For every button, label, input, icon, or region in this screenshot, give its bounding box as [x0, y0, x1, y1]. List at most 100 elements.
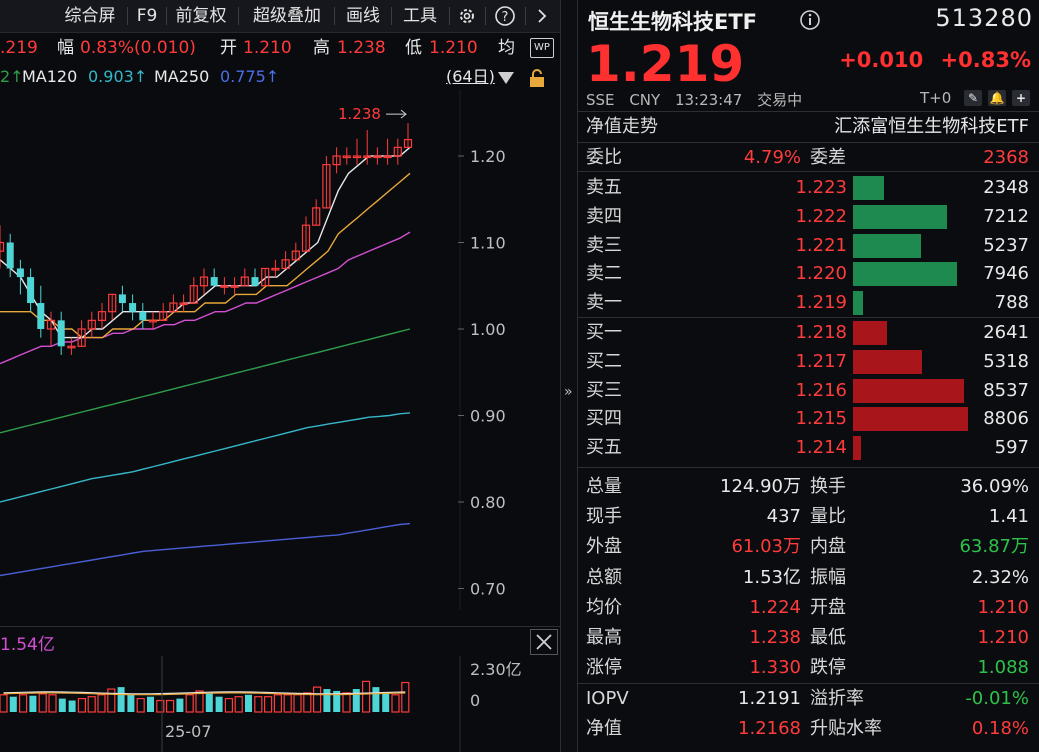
- bid-volume-bar: [853, 350, 922, 374]
- ma250-line: [0, 524, 410, 576]
- ask-quantity: 2348: [983, 174, 1029, 202]
- volume-bar: [157, 701, 164, 712]
- period-dropdown-icon[interactable]: [498, 72, 514, 84]
- period-selector[interactable]: (64日): [446, 64, 495, 90]
- volume-bar: [98, 695, 105, 712]
- bid-row[interactable]: 买一1.2182641: [578, 319, 1039, 347]
- stats-row: 涨停1.330跌停1.088: [578, 654, 1039, 682]
- volume-bar: [167, 701, 174, 712]
- nav-trend-row[interactable]: 净值走势 汇添富恒生生物科技ETF: [578, 113, 1039, 141]
- candle: [78, 320, 85, 346]
- ask-row[interactable]: 卖五1.2232348: [578, 174, 1039, 202]
- chevron-right-icon[interactable]: [528, 0, 556, 32]
- toolbar-composite-screen[interactable]: 综合屏: [55, 0, 125, 32]
- candle: [241, 268, 248, 285]
- volume-bar: [29, 696, 36, 712]
- y-tick-label: 1.10: [470, 234, 506, 253]
- bid-level-label: 买五: [586, 434, 622, 462]
- volume-bar: [402, 683, 409, 712]
- bid-price: 1.216: [795, 377, 847, 405]
- stat-value: 1.238: [749, 624, 801, 652]
- wp-icon[interactable]: WP: [530, 38, 554, 58]
- stat-value: 36.09%: [960, 473, 1029, 501]
- ask-row[interactable]: 卖二1.2207946: [578, 260, 1039, 288]
- candle: [190, 277, 197, 303]
- double-chevron-right-icon[interactable]: »: [564, 384, 573, 400]
- volume-top-tick: 2.30亿: [470, 660, 522, 679]
- ask-level-label: 卖三: [586, 232, 622, 260]
- stat-label: 振幅: [810, 564, 846, 592]
- candle: [139, 303, 146, 329]
- pencil-icon[interactable]: ✎: [964, 90, 982, 106]
- volume-bar: [343, 693, 350, 712]
- toolbar-f9[interactable]: F9: [130, 0, 164, 32]
- volume-bar: [127, 695, 134, 712]
- bid-level-label: 买一: [586, 319, 622, 347]
- ask-quantity: 788: [995, 289, 1029, 317]
- stats-row: 均价1.224开盘1.210: [578, 594, 1039, 622]
- fund-company: 汇添富恒生生物科技ETF: [834, 113, 1029, 141]
- volume-bar: [118, 687, 125, 712]
- bid-volume-bar: [853, 407, 968, 431]
- stats-row: 最高1.238最低1.210: [578, 624, 1039, 652]
- candlestick-chart[interactable]: 1.201.101.000.900.800.701.238: [0, 90, 560, 610]
- bid-row[interactable]: 买三1.2168537: [578, 377, 1039, 405]
- close-icon[interactable]: [530, 629, 558, 655]
- nav-trend-label[interactable]: 净值走势: [586, 113, 658, 141]
- ask-price: 1.219: [795, 289, 847, 317]
- help-icon[interactable]: ?: [490, 0, 520, 32]
- candle: [374, 147, 381, 164]
- ask-row[interactable]: 卖三1.2215237: [578, 232, 1039, 260]
- ask-row[interactable]: 卖一1.219788: [578, 289, 1039, 317]
- candle: [272, 260, 279, 277]
- bid-row[interactable]: 买五1.214597: [578, 434, 1039, 462]
- ask-quantity: 5237: [983, 232, 1029, 260]
- stats-row: 总量124.90万换手36.09%: [578, 473, 1039, 501]
- volume-bar: [353, 689, 360, 712]
- candle: [37, 286, 44, 338]
- volume-label: 1.54亿: [0, 630, 55, 655]
- ma120-line: [0, 413, 410, 502]
- bid-price: 1.218: [795, 319, 847, 347]
- y-tick-label: 0.90: [470, 407, 506, 426]
- candle: [180, 294, 187, 311]
- toolbar-tools[interactable]: 工具: [394, 0, 446, 32]
- toolbar-super-overlay[interactable]: 超级叠加: [242, 0, 332, 32]
- candle: [394, 139, 401, 165]
- volume-bar: [147, 697, 154, 712]
- candle: [129, 294, 136, 320]
- volume-bar: [245, 695, 252, 712]
- gear-icon[interactable]: [452, 0, 482, 32]
- stat-value: 1.088: [977, 654, 1029, 682]
- bid-volume-bar: [853, 436, 861, 460]
- volume-bar: [294, 695, 301, 712]
- volume-bar: [20, 695, 27, 712]
- bid-price: 1.217: [795, 348, 847, 376]
- stat-label: 最高: [586, 624, 622, 652]
- ask-row[interactable]: 卖四1.2227212: [578, 203, 1039, 231]
- volume-bar: [235, 697, 242, 712]
- open-label: 开: [220, 34, 237, 62]
- candle: [405, 123, 412, 147]
- ma60-fragment: 2↑: [0, 64, 24, 90]
- last-price: 1.219: [586, 36, 744, 92]
- candle: [119, 286, 126, 312]
- change-percent: +0.83%: [941, 48, 1031, 72]
- stats-row: 外盘61.03万内盘63.87万: [578, 533, 1039, 561]
- bell-icon[interactable]: 🔔: [988, 90, 1006, 106]
- bid-row[interactable]: 买四1.2158806: [578, 405, 1039, 433]
- info-icon[interactable]: [799, 9, 821, 35]
- toolbar-forward-adjust[interactable]: 前复权: [168, 0, 234, 32]
- volume-chart[interactable]: 25-072.30亿0: [0, 656, 560, 752]
- bid-level-label: 买四: [586, 405, 622, 433]
- volume-bar: [265, 697, 272, 712]
- toolbar-draw-line[interactable]: 画线: [337, 0, 389, 32]
- add-watchlist-icon[interactable]: +: [1012, 90, 1030, 106]
- currency: CNY: [629, 91, 660, 109]
- bid-volume-bar: [853, 321, 887, 345]
- bid-quantity: 8806: [983, 405, 1029, 433]
- candle: [384, 139, 391, 165]
- open-value: 1.210: [243, 34, 292, 62]
- stats-row: 净值1.2168升贴水率0.18%: [578, 715, 1039, 743]
- bid-row[interactable]: 买二1.2175318: [578, 348, 1039, 376]
